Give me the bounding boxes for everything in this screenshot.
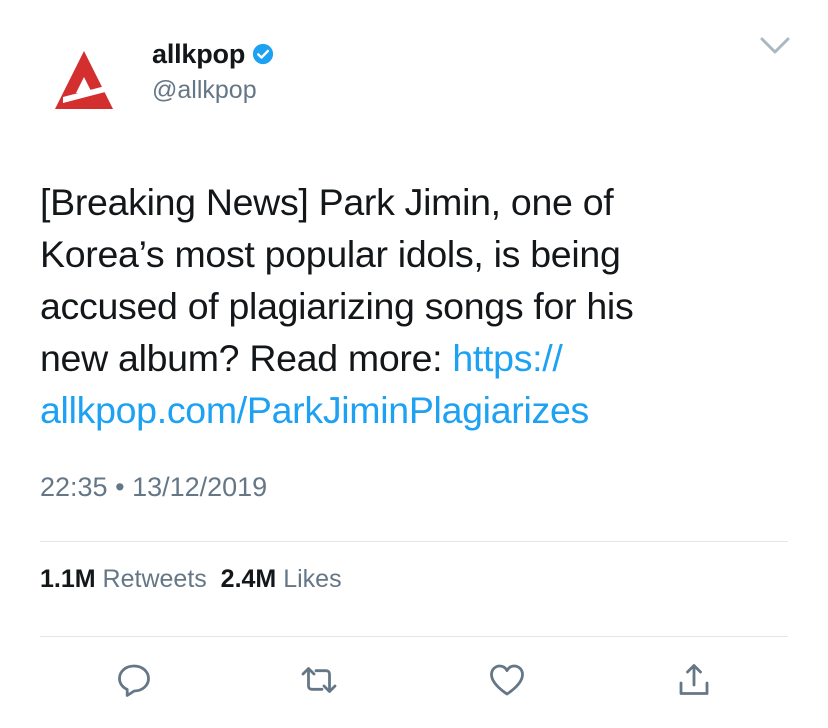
author-name-row[interactable]: allkpop [152, 36, 274, 72]
timestamp[interactable]: 22:35 • 13/12/2019 [40, 472, 267, 503]
divider [40, 541, 788, 542]
reply-button[interactable] [114, 660, 154, 700]
display-name[interactable]: allkpop [152, 39, 245, 70]
avatar[interactable] [40, 36, 128, 124]
timestamp-separator: • [115, 472, 125, 502]
tweet-text-segment: new album? Read more: [40, 337, 453, 379]
like-button[interactable] [487, 660, 527, 700]
divider [40, 636, 788, 637]
likes-label: Likes [283, 565, 342, 593]
tweet-text-line: [Breaking News] Park Jimin, one of [40, 181, 614, 223]
verified-badge-icon [253, 43, 274, 65]
likes-count: 2.4M [220, 565, 277, 593]
retweets-count: 1.1M [40, 565, 96, 593]
like-icon [490, 664, 524, 696]
retweet-icon [301, 667, 337, 693]
reply-icon [118, 664, 150, 697]
chevron-down-icon[interactable] [758, 34, 792, 58]
share-button[interactable] [674, 660, 714, 700]
tweet-text-line: new album? Read more: https:// [40, 332, 800, 384]
tweet-link[interactable]: allkpop.com/ParkJiminPlagiarizes [40, 384, 800, 436]
retweets-label: Retweets [102, 565, 207, 593]
tweet-link-start[interactable]: https:// [452, 337, 562, 379]
tweet-text: [Breaking News] Park Jimin, one of Korea… [40, 176, 800, 436]
author-handle[interactable]: @allkpop [152, 76, 257, 105]
allkpop-logo-icon [55, 51, 113, 109]
retweet-button[interactable] [299, 660, 339, 700]
likes-stat[interactable]: 2.4M Likes [221, 565, 342, 593]
tweet-stats: 1.1M Retweets 2.4M Likes [40, 565, 342, 594]
retweets-stat[interactable]: 1.1M Retweets [40, 565, 207, 593]
tweet-text-line: accused of plagiarizing songs for his [40, 285, 634, 327]
share-icon [679, 664, 709, 695]
tweet-date: 13/12/2019 [132, 472, 268, 502]
tweet-text-line: Korea’s most popular idols, is being [40, 233, 621, 275]
tweet-time: 22:35 [40, 472, 108, 502]
